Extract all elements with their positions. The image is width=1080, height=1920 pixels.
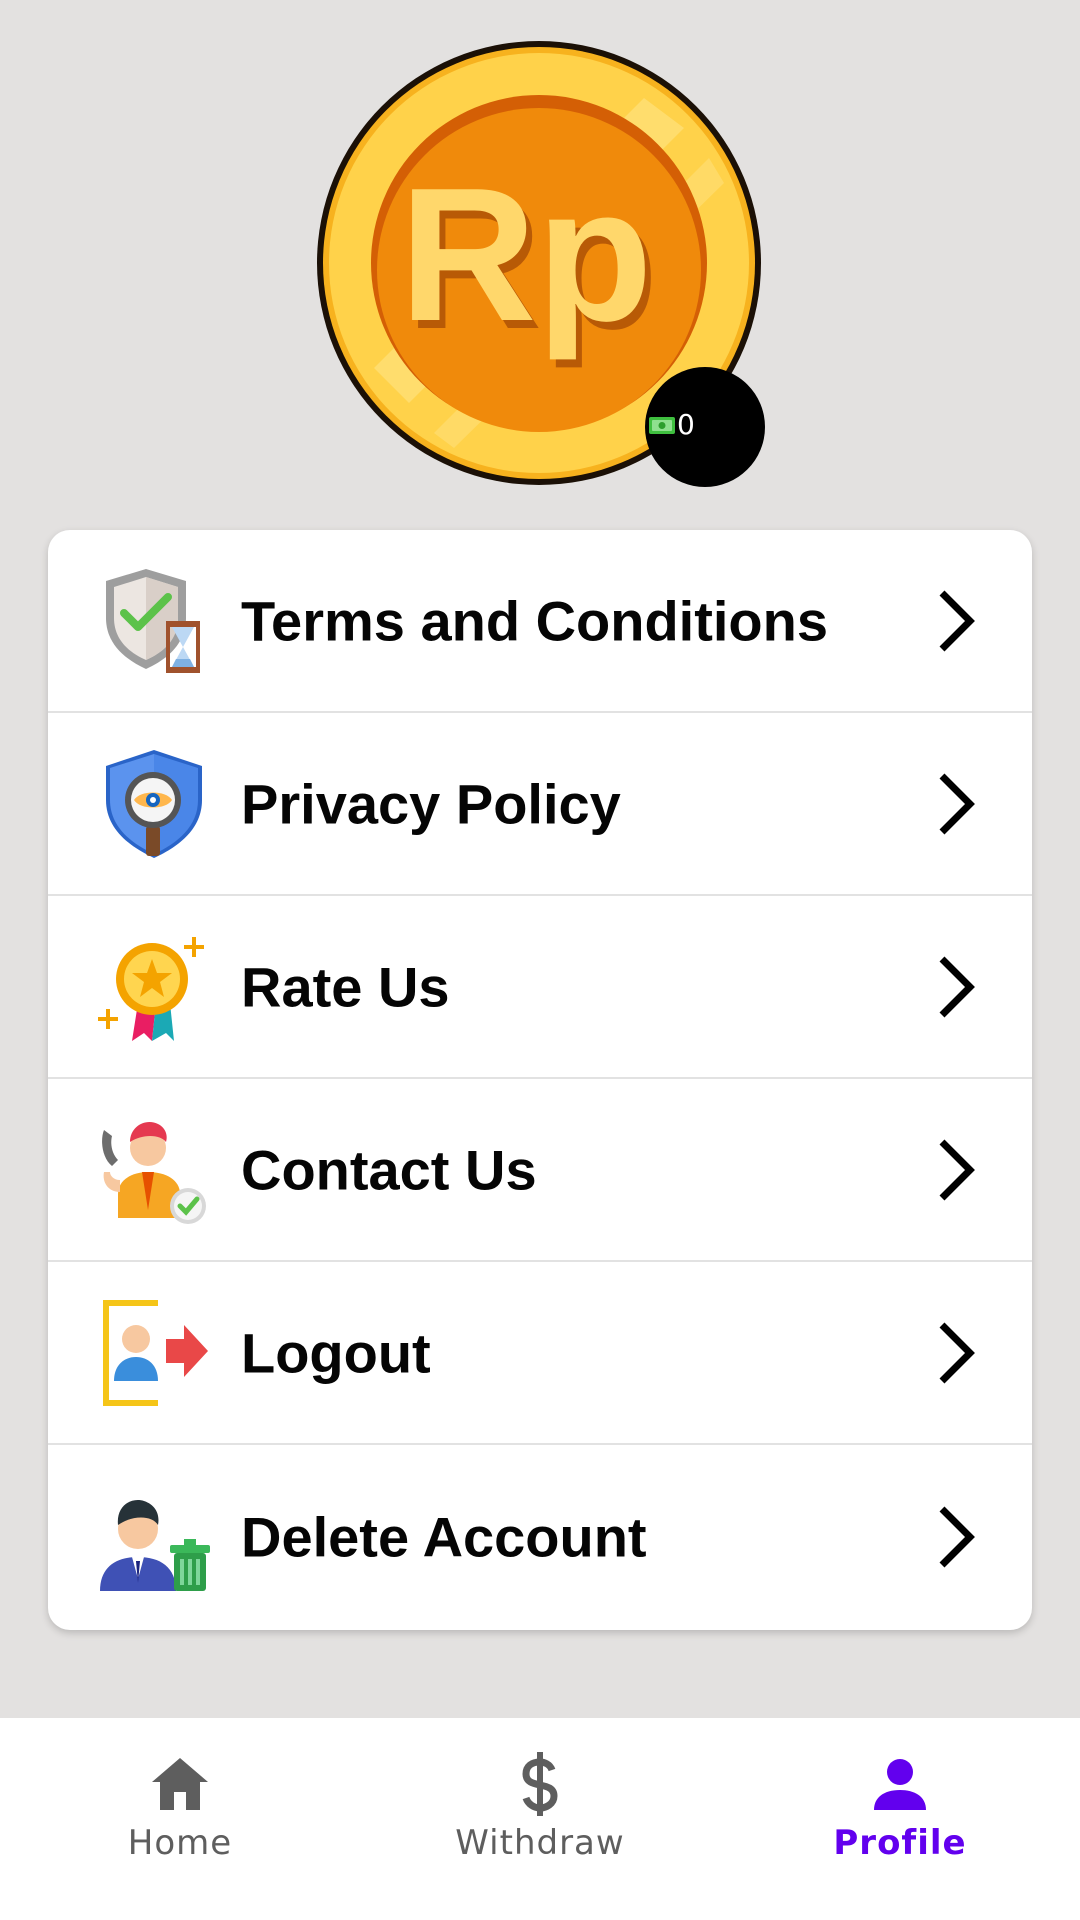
nav-tab-withdraw[interactable]: Withdraw (360, 1718, 720, 1920)
chevron-right-icon (936, 955, 976, 1019)
dollar-icon (504, 1748, 576, 1820)
menu-item-rate[interactable]: Rate Us (48, 896, 1032, 1079)
chevron-right-icon (936, 1505, 976, 1569)
nav-label: Home (127, 1823, 233, 1863)
menu-item-delete-account[interactable]: Delete Account (48, 1445, 1032, 1628)
coin-letters: Rp (399, 149, 652, 361)
home-icon (144, 1748, 216, 1820)
menu-label: Privacy Policy (241, 772, 621, 835)
menu-item-privacy[interactable]: Privacy Policy (48, 713, 1032, 896)
balance-value: 0 (677, 408, 695, 441)
cash-icon (649, 417, 675, 434)
nav-tab-home[interactable]: Home (0, 1718, 360, 1920)
menu-label: Terms and Conditions (241, 589, 828, 652)
nav-label: Withdraw (455, 1823, 625, 1863)
menu-label: Logout (241, 1321, 431, 1384)
menu-label: Rate Us (241, 955, 450, 1018)
bottom-navigation: Home Withdraw Profile (0, 1718, 1080, 1920)
logout-icon (96, 1295, 212, 1411)
nav-label: Profile (833, 1823, 967, 1863)
chevron-right-icon (936, 772, 976, 836)
menu-item-contact[interactable]: Contact Us (48, 1079, 1032, 1262)
delete-user-icon (96, 1479, 212, 1595)
award-medal-icon (96, 929, 212, 1045)
chevron-right-icon (936, 1138, 976, 1202)
menu-item-logout[interactable]: Logout (48, 1262, 1032, 1445)
shield-hourglass-icon (96, 563, 212, 679)
nav-tab-profile[interactable]: Profile (720, 1718, 1080, 1920)
chevron-right-icon (936, 1321, 976, 1385)
profile-menu: Terms and Conditions Privacy Policy Rate… (48, 530, 1032, 1630)
menu-item-terms[interactable]: Terms and Conditions (48, 530, 1032, 713)
menu-label: Delete Account (241, 1505, 647, 1568)
balance-badge[interactable]: 0 (645, 367, 765, 487)
support-agent-icon (96, 1112, 212, 1228)
chevron-right-icon (936, 589, 976, 653)
profile-screen: Rp Rp 0 Terms and Conditions Privacy Pol… (0, 0, 1080, 1920)
menu-label: Contact Us (241, 1138, 537, 1201)
person-icon (864, 1748, 936, 1820)
privacy-shield-icon (96, 746, 212, 862)
